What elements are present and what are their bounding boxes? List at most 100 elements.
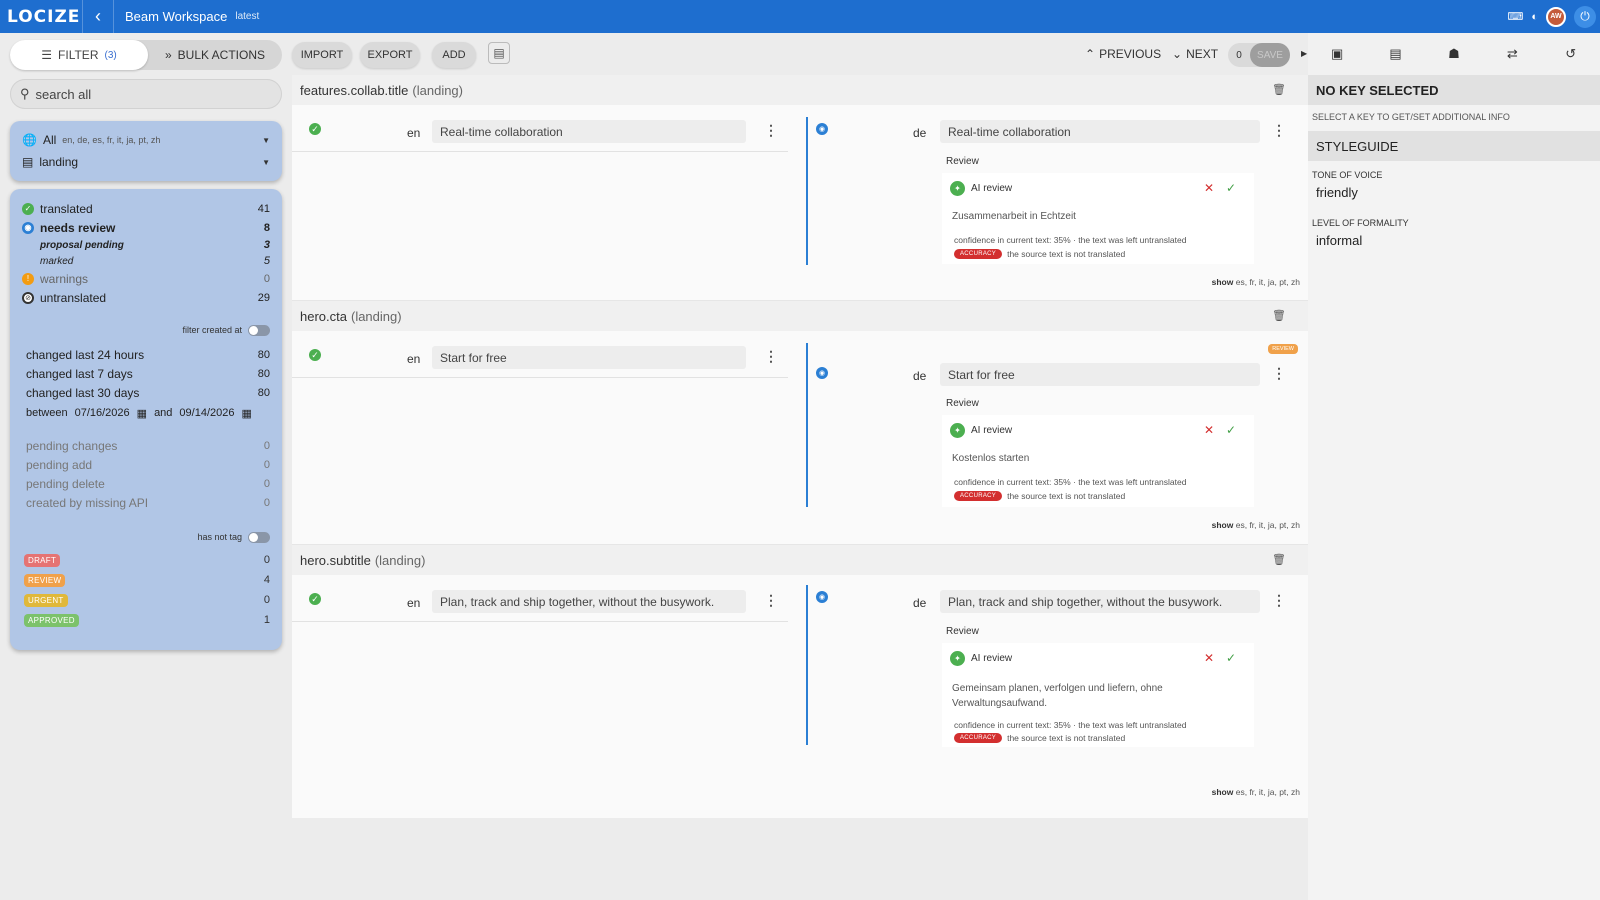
more-vert-icon[interactable]: ⋮ bbox=[764, 592, 778, 609]
date-to-input[interactable]: 09/14/2026 bbox=[179, 407, 234, 419]
ai-suggestion-text[interactable]: Zusammenarbeit in Echtzeit bbox=[952, 209, 1242, 224]
language-select-value: All bbox=[42, 133, 57, 147]
show-languages-link[interactable]: show es, fr, it, ja, pt, zh bbox=[1212, 787, 1300, 797]
target-text-field[interactable]: Start for free bbox=[940, 363, 1260, 386]
bulk-actions-button[interactable]: » BULK ACTIONS bbox=[148, 40, 282, 70]
translate-icon[interactable]: ⇄ bbox=[1492, 46, 1532, 62]
filter-created-at-toggle[interactable] bbox=[248, 324, 270, 336]
key-header[interactable]: features.collab.title (landing) 🗑 bbox=[292, 75, 1308, 105]
project-title[interactable]: Beam Workspace bbox=[125, 9, 227, 24]
keyboard-icon[interactable]: ⌨ bbox=[1507, 10, 1523, 23]
pending-delete[interactable]: pending delete 0 bbox=[22, 474, 270, 493]
status-warnings[interactable]: ! warnings 0 bbox=[22, 269, 270, 288]
styleguide-header: STYLEGUIDE bbox=[1308, 131, 1600, 161]
tag-urgent[interactable]: URGENT 0 bbox=[22, 590, 270, 610]
trash-icon[interactable]: 🗑 bbox=[1272, 553, 1286, 566]
language-namespace-panel: 🌐 All en, de, es, fr, it, ja, pt, zh ▼ ▤… bbox=[10, 121, 282, 181]
status-marked[interactable]: marked 5 bbox=[22, 253, 270, 269]
status-proposal-pending[interactable]: proposal pending 3 bbox=[22, 237, 270, 253]
issue-row: ACCURACY the source text is not translat… bbox=[954, 491, 1125, 501]
trash-icon[interactable]: 🗑 bbox=[1272, 309, 1286, 322]
calendar-icon[interactable]: ▦ bbox=[137, 407, 147, 420]
language-select[interactable]: 🌐 All en, de, es, fr, it, ja, pt, zh ▼ bbox=[22, 129, 270, 151]
changed-24h[interactable]: changed last 24 hours 80 bbox=[22, 345, 270, 364]
select-key-hint: SELECT A KEY TO GET/SET ADDITIONAL INFO bbox=[1312, 112, 1510, 122]
tag-draft[interactable]: DRAFT 0 bbox=[22, 550, 270, 570]
reject-icon[interactable]: ✕ bbox=[1204, 423, 1214, 437]
previous-button[interactable]: ⌃ PREVIOUS bbox=[1085, 47, 1161, 61]
accept-icon[interactable]: ✓ bbox=[1226, 423, 1236, 437]
no-key-selected-header: NO KEY SELECTED bbox=[1308, 75, 1600, 105]
details-icon[interactable]: ▤ bbox=[1376, 46, 1416, 62]
changed-7d[interactable]: changed last 7 days 80 bbox=[22, 364, 270, 383]
status-count: 0 bbox=[263, 272, 270, 285]
avatar[interactable]: AW bbox=[1546, 6, 1566, 27]
formality-label: LEVEL OF FORMALITY bbox=[1312, 218, 1409, 228]
source-text-field[interactable]: Real-time collaboration bbox=[432, 120, 746, 143]
pending-add[interactable]: pending add 0 bbox=[22, 455, 270, 474]
next-button[interactable]: ⌄ NEXT bbox=[1172, 47, 1218, 61]
caret-right-icon[interactable]: ▶ bbox=[1301, 49, 1307, 58]
power-icon[interactable]: ⏻ bbox=[1574, 5, 1596, 28]
status-untranslated[interactable]: ⊘ untranslated 29 bbox=[22, 288, 270, 307]
pending-label: pending add bbox=[26, 457, 93, 472]
ai-review-label: AI review bbox=[971, 653, 1013, 664]
bulk-actions-label: BULK ACTIONS bbox=[177, 48, 266, 62]
target-text-field[interactable]: Plan, track and ship together, without t… bbox=[940, 590, 1260, 613]
show-label: show bbox=[1211, 277, 1234, 287]
key-header[interactable]: hero.cta (landing) 🗑 bbox=[292, 301, 1308, 331]
more-vert-icon[interactable]: ⋮ bbox=[764, 348, 778, 365]
more-vert-icon[interactable]: ⋮ bbox=[1272, 122, 1286, 139]
history-icon[interactable]: ↺ bbox=[1551, 46, 1591, 62]
tag-review[interactable]: REVIEW 4 bbox=[22, 570, 270, 590]
changed-30d[interactable]: changed last 30 days 80 bbox=[22, 383, 270, 402]
accept-icon[interactable]: ✓ bbox=[1226, 181, 1236, 195]
has-not-tag-toggle[interactable] bbox=[248, 531, 270, 543]
more-vert-icon[interactable]: ⋮ bbox=[1272, 365, 1286, 382]
show-langs: es, fr, it, ja, pt, zh bbox=[1235, 787, 1300, 797]
eye-icon: ◉ bbox=[816, 591, 828, 603]
filter-sidebar: ☰ FILTER (3) » BULK ACTIONS ⚲ search all… bbox=[0, 33, 292, 900]
pending-changes[interactable]: pending changes 0 bbox=[22, 436, 270, 455]
comments-icon[interactable]: ▣ bbox=[1317, 46, 1357, 62]
version-label: latest bbox=[235, 11, 260, 22]
issue-row: ACCURACY the source text is not translat… bbox=[954, 249, 1125, 259]
more-vert-icon[interactable]: ⋮ bbox=[764, 122, 778, 139]
created-by-missing-api[interactable]: created by missing API 0 bbox=[22, 493, 270, 512]
save-button[interactable]: SAVE bbox=[1250, 43, 1290, 67]
key-header[interactable]: hero.subtitle (landing) 🗑 bbox=[292, 545, 1308, 575]
confidence-text: confidence in current text: 35% · the te… bbox=[954, 477, 1187, 487]
comment-icon[interactable]: ▤ bbox=[488, 42, 510, 64]
brightness-icon[interactable]: ◐ bbox=[1531, 11, 1538, 23]
robot-icon[interactable]: ☗ bbox=[1434, 46, 1474, 62]
show-langs: es, fr, it, ja, pt, zh bbox=[1235, 520, 1300, 530]
source-text-field[interactable]: Plan, track and ship together, without t… bbox=[432, 590, 746, 613]
search-input[interactable]: ⚲ search all bbox=[10, 79, 282, 109]
status-count: 41 bbox=[257, 202, 270, 215]
status-translated[interactable]: ✓ translated 41 bbox=[22, 199, 270, 218]
show-languages-link[interactable]: show es, fr, it, ja, pt, zh bbox=[1212, 520, 1300, 530]
back-button[interactable]: ‹ bbox=[82, 0, 114, 33]
calendar-icon[interactable]: ▦ bbox=[241, 407, 251, 420]
export-button[interactable]: EXPORT bbox=[360, 42, 420, 68]
accept-icon[interactable]: ✓ bbox=[1226, 651, 1236, 665]
target-text-field[interactable]: Real-time collaboration bbox=[940, 120, 1260, 143]
reject-icon[interactable]: ✕ bbox=[1204, 651, 1214, 665]
and-label: and bbox=[154, 407, 173, 419]
import-button[interactable]: IMPORT bbox=[292, 42, 352, 68]
date-from-input[interactable]: 07/16/2026 bbox=[75, 407, 130, 419]
ai-suggestion-text[interactable]: Kostenlos starten bbox=[952, 451, 1242, 466]
trash-icon[interactable]: 🗑 bbox=[1272, 83, 1286, 96]
show-languages-link[interactable]: show es, fr, it, ja, pt, zh bbox=[1212, 277, 1300, 287]
namespace-select[interactable]: ▤ landing ▼ bbox=[22, 151, 270, 173]
key-entry: features.collab.title (landing) 🗑 ✓ en R… bbox=[292, 75, 1308, 301]
app-logo[interactable]: LOCIZE bbox=[0, 7, 82, 27]
reject-icon[interactable]: ✕ bbox=[1204, 181, 1214, 195]
ai-suggestion-text[interactable]: Gemeinsam planen, verfolgen und liefern,… bbox=[952, 681, 1242, 711]
more-vert-icon[interactable]: ⋮ bbox=[1272, 592, 1286, 609]
add-button[interactable]: ADD bbox=[432, 42, 476, 68]
tag-approved[interactable]: APPROVED 1 bbox=[22, 610, 270, 630]
source-text-field[interactable]: Start for free bbox=[432, 346, 746, 369]
status-needs-review[interactable]: ◉ needs review 8 bbox=[22, 218, 270, 237]
filter-button[interactable]: ☰ FILTER (3) bbox=[10, 40, 148, 70]
